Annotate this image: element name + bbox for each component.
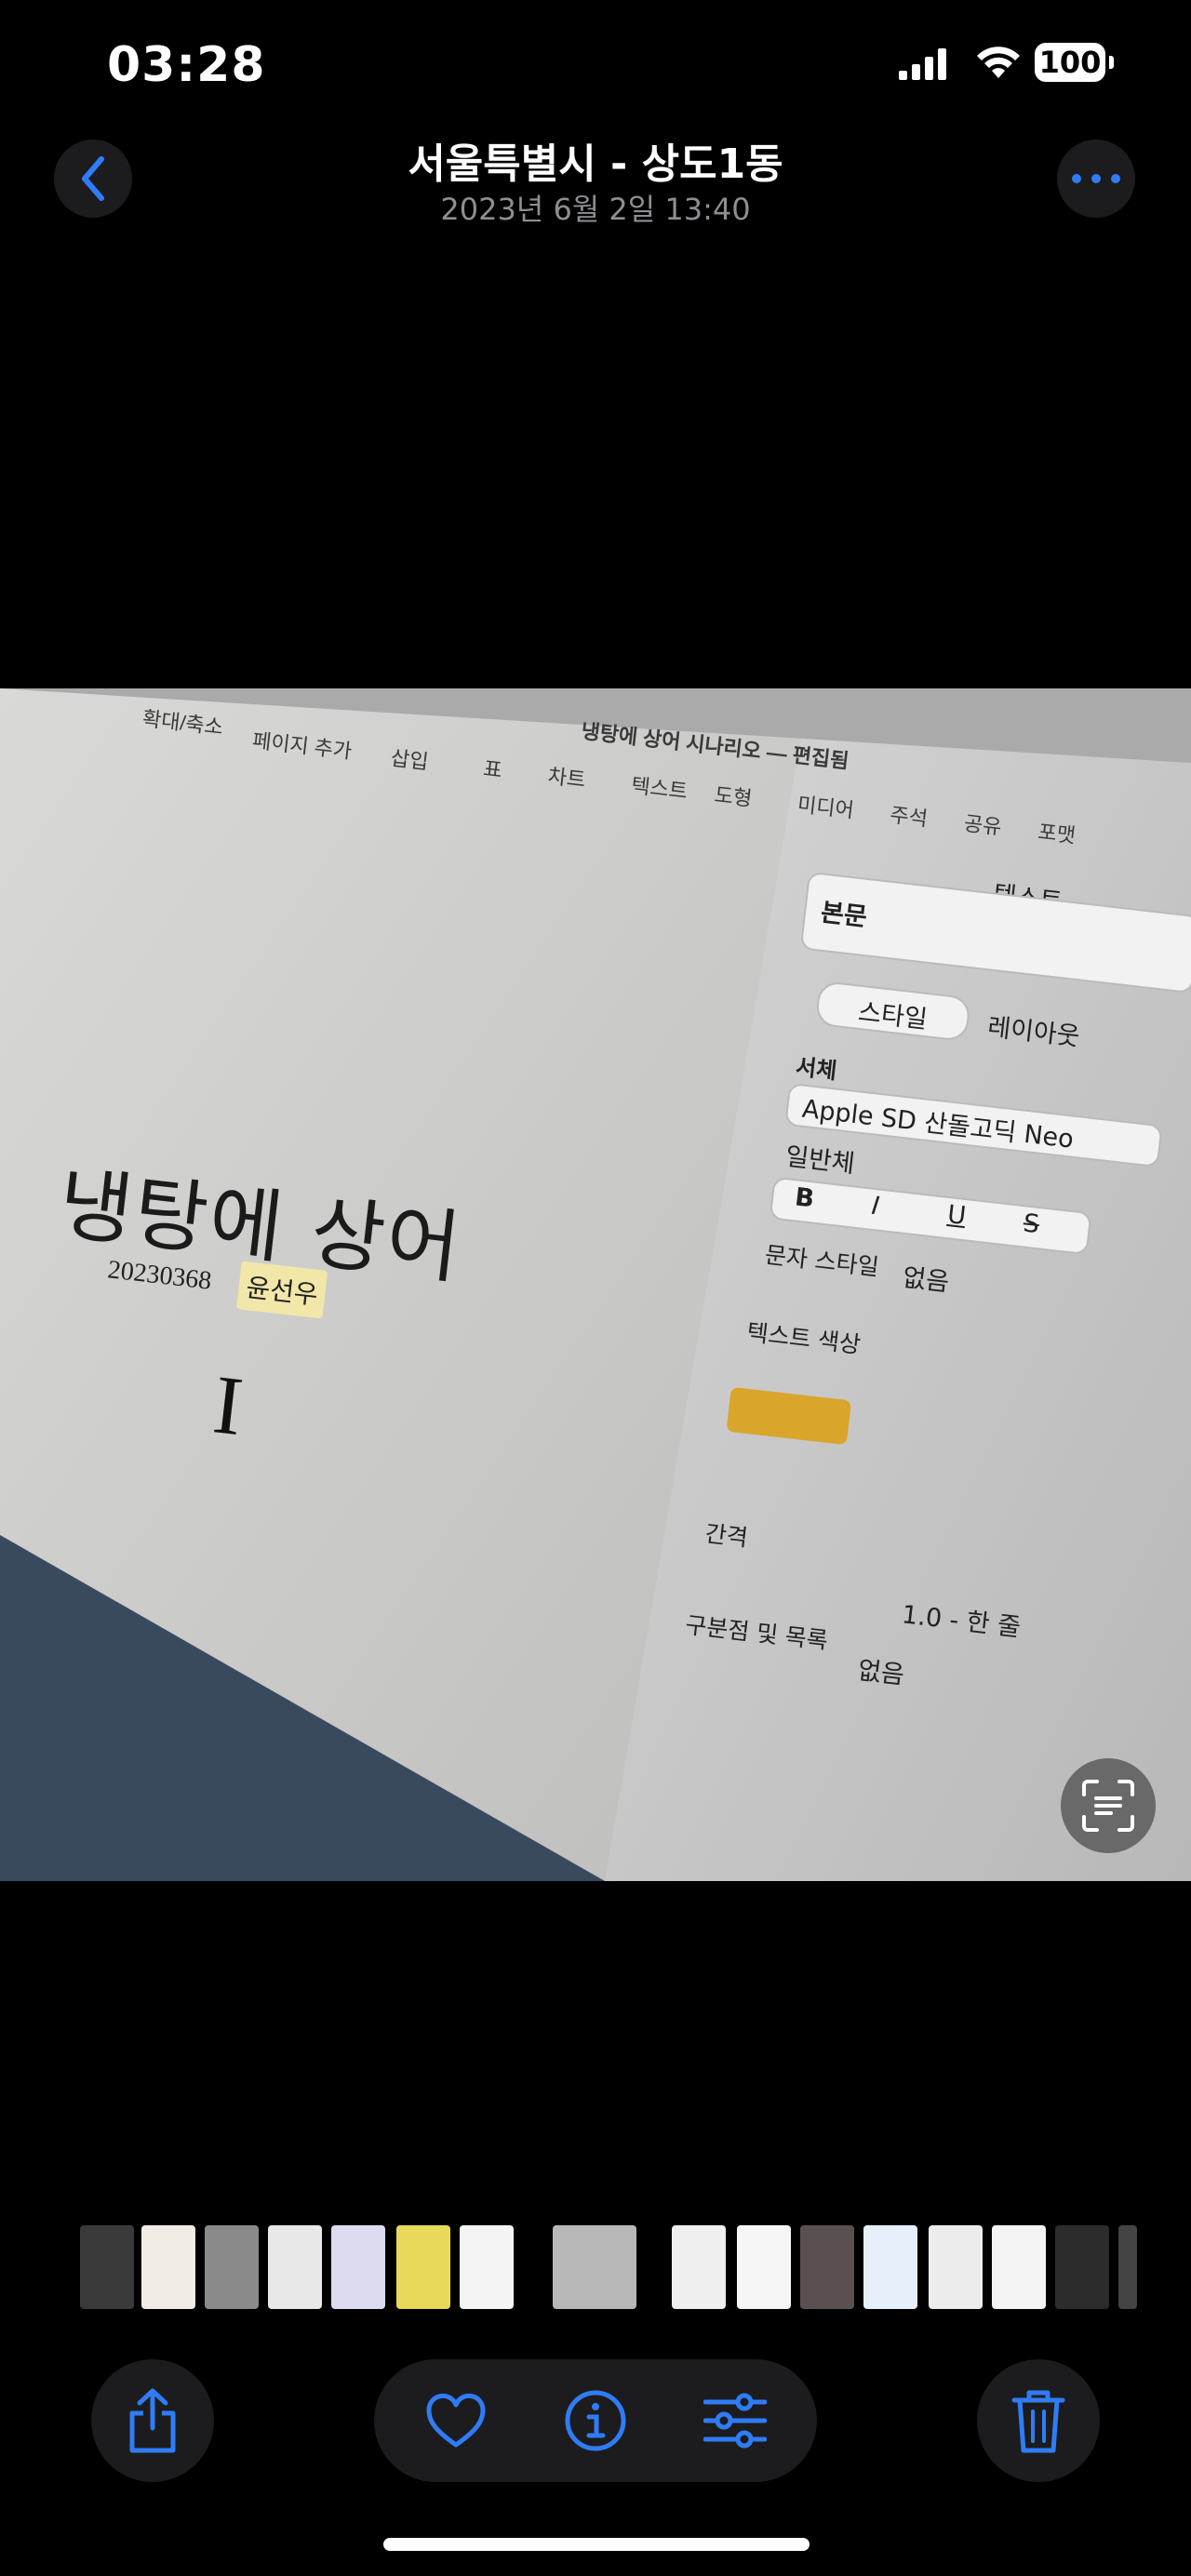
action-pill [374, 2359, 817, 2482]
font-label: 서체 [794, 1053, 838, 1085]
spacing-value: 1.0 - 한 줄 [900, 1600, 1023, 1643]
underline-button: U [945, 1200, 968, 1232]
toolbar-media: 미디어 [796, 792, 856, 822]
info-icon [565, 2390, 626, 2451]
toolbar-add-page: 페이지 추가 [250, 728, 354, 764]
toolbar-comment: 주석 [889, 803, 930, 831]
strikethrough-button: S [1022, 1208, 1041, 1240]
heart-icon [426, 2393, 486, 2448]
thumbnail-strip[interactable] [0, 2225, 1191, 2311]
live-text-button[interactable] [1061, 1758, 1156, 1853]
toolbar-table: 표 [482, 756, 504, 782]
sliders-icon [703, 2393, 767, 2449]
adjust-button[interactable] [702, 2387, 769, 2454]
trash-icon [1011, 2390, 1065, 2453]
toolbar-share: 공유 [962, 811, 1003, 839]
battery-cap [1109, 56, 1114, 69]
thumbnail[interactable] [396, 2225, 450, 2309]
info-button[interactable] [562, 2387, 629, 2454]
font-weight-value: 일반체 [783, 1141, 857, 1180]
live-text-icon [1082, 1780, 1134, 1832]
text-cursor-icon: I [208, 1358, 248, 1454]
thumbnail[interactable] [1118, 2225, 1137, 2309]
bullets-label: 구분점 및 목록 [684, 1611, 830, 1655]
thumbnail[interactable] [268, 2225, 322, 2309]
thumbnail[interactable] [992, 2225, 1046, 2309]
more-button[interactable] [1057, 140, 1135, 218]
toolbar-chart: 차트 [546, 764, 587, 792]
align-left-selected [726, 1386, 852, 1446]
share-icon [129, 2388, 176, 2453]
delete-button[interactable] [977, 2359, 1100, 2482]
home-indicator [383, 2538, 810, 2551]
text-color-label: 텍스트 색상 [745, 1318, 863, 1359]
favorite-button[interactable] [422, 2387, 489, 2454]
toolbar-zoom: 확대/축소 [141, 706, 225, 740]
photo-viewer[interactable]: 확대/축소 페이지 추가 삽입 표 차트 텍스트 도형 미디어 주석 공유 포맷… [0, 688, 1191, 1881]
paragraph-style-value: 본문 [819, 898, 869, 932]
thumbnail[interactable] [141, 2225, 195, 2309]
thumbnail[interactable] [800, 2225, 854, 2309]
toolbar-format: 포맷 [1037, 820, 1077, 848]
thumbnail[interactable] [863, 2225, 917, 2309]
toolbar-insert: 삽입 [389, 746, 430, 774]
toolbar-shape: 도형 [713, 782, 754, 811]
share-button[interactable] [91, 2359, 214, 2482]
char-style-label: 문자 스타일 [763, 1241, 881, 1281]
thumbnail[interactable] [331, 2225, 385, 2309]
thumbnail[interactable] [80, 2225, 134, 2309]
battery-icon: 100 [1035, 43, 1105, 82]
ellipsis-icon [1072, 174, 1120, 183]
spacing-label: 간격 [703, 1519, 750, 1552]
document-author-name: 윤선우 [235, 1261, 328, 1319]
thumbnail[interactable] [205, 2225, 259, 2309]
wifi-icon [975, 45, 1022, 84]
photo-date-subtitle: 2023년 6월 2일 13:40 [440, 192, 751, 227]
thumbnail-current[interactable] [553, 2225, 636, 2309]
thumbnail[interactable] [737, 2225, 791, 2309]
status-time: 03:28 [107, 37, 266, 93]
char-style-value: 없음 [901, 1263, 951, 1298]
toolbar-text: 텍스트 [630, 773, 689, 804]
thumbnail[interactable] [1055, 2225, 1109, 2309]
thumbnail[interactable] [460, 2225, 514, 2309]
document-screen: 확대/축소 페이지 추가 삽입 표 차트 텍스트 도형 미디어 주석 공유 포맷… [0, 688, 1191, 1881]
thumbnail[interactable] [672, 2225, 726, 2309]
cellular-signal-icon [899, 48, 951, 84]
bold-button: B [793, 1182, 816, 1214]
segment-style: 스타일 [856, 997, 930, 1035]
thumbnail[interactable] [929, 2225, 983, 2309]
photo-location-title: 서울특별시 - 상도1동 [408, 140, 783, 188]
bullets-value: 없음 [856, 1656, 906, 1690]
segment-layout: 레이아웃 [985, 1012, 1081, 1052]
